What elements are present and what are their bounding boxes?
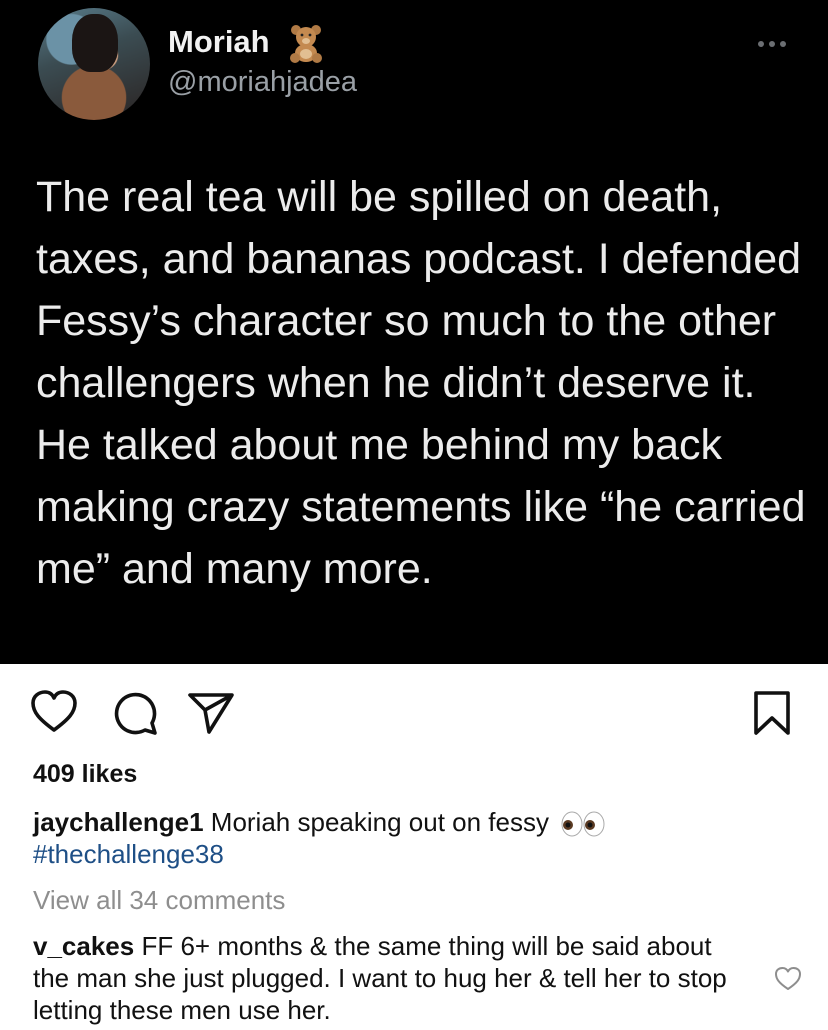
tweet-screenshot: Moriah @moriahjadea The real tea will be… <box>0 0 828 664</box>
comment-text: FF 6+ months & the same thing will be sa… <box>33 931 727 1025</box>
tweet-text: The real tea will be spilled on death, t… <box>36 173 806 593</box>
bookmark-icon[interactable] <box>752 690 792 736</box>
heart-icon[interactable] <box>30 690 78 734</box>
avatar[interactable] <box>38 8 150 120</box>
share-icon[interactable] <box>186 690 236 736</box>
author-handle: @moriahjadea <box>168 66 358 98</box>
likes-count[interactable]: 409 likes <box>33 760 137 789</box>
author-name: Moriah <box>168 24 270 59</box>
comment-username[interactable]: v_cakes <box>33 931 134 961</box>
more-icon[interactable] <box>758 36 790 52</box>
comment-icon[interactable] <box>112 690 158 736</box>
comment-like-heart-icon[interactable] <box>774 966 802 992</box>
caption-username[interactable]: jaychallenge1 <box>33 807 204 837</box>
comment-item: v_cakes FF 6+ months & the same thing wi… <box>33 930 733 1026</box>
view-all-comments-link[interactable]: View all 34 comments <box>33 885 285 916</box>
teddy-bear-icon <box>290 25 322 63</box>
caption-text: Moriah speaking out on fessy <box>210 807 549 837</box>
caption: jaychallenge1 Moriah speaking out on fes… <box>33 806 793 870</box>
eyes-icon <box>561 811 605 837</box>
action-bar <box>0 664 828 754</box>
hashtag-link[interactable]: #thechallenge38 <box>33 838 793 870</box>
